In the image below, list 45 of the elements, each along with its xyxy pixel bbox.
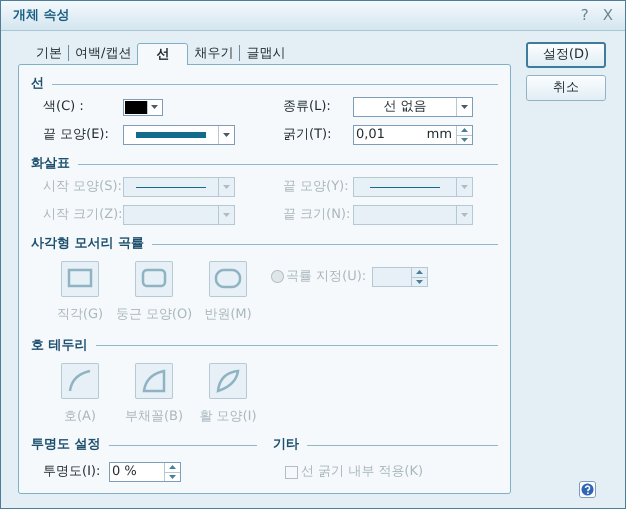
tab[interactable]: 기본 [30, 44, 68, 64]
section-title: 사각형 모서리 곡률 [31, 235, 144, 254]
tab[interactable]: 선 [137, 43, 188, 65]
color-picker[interactable] [123, 98, 163, 116]
section-title: 선 [31, 75, 44, 94]
tab[interactable]: 여백/캡션 [69, 44, 138, 64]
dialog-button[interactable]: 설정(D) [526, 42, 606, 68]
tab[interactable]: 글맵시 [240, 44, 292, 64]
spin-buttons[interactable] [411, 268, 427, 286]
field-label: 끝 모양(E): [43, 126, 110, 144]
field-label: 끝 크기(N): [283, 206, 352, 224]
field-label: 종류(L): [283, 98, 332, 116]
dialog-button[interactable]: 취소 [526, 75, 606, 101]
section-title: 기타 [273, 436, 299, 454]
section-title: 투명도 설정 [31, 436, 101, 454]
window-title: 개체 속성 [13, 6, 71, 25]
field-label: 굵기(T): [283, 126, 332, 144]
tab[interactable]: 채우기 [188, 44, 240, 64]
field-label: 투명도(I): [43, 463, 102, 482]
line-sample [370, 186, 440, 188]
help-icon[interactable] [579, 481, 596, 498]
field-label: 끝 모양(Y): [283, 178, 350, 196]
number-field[interactable]: 0,01 mm [353, 125, 473, 145]
line-style-dropdown[interactable] [123, 125, 235, 145]
shape-label: 반원(M) [204, 306, 252, 324]
field-label: 시작 크기(Z): [43, 206, 123, 224]
spin-buttons[interactable] [164, 463, 180, 481]
dropdown-arrow-icon[interactable] [147, 100, 161, 114]
field-label: 시작 모양(S): [43, 178, 123, 196]
dropdown[interactable]: 선 없음 [353, 97, 473, 117]
radio-label: 곡률 지정(U): [286, 268, 368, 286]
checkbox-label: 선 굵기 내부 적용(K) [301, 463, 424, 482]
shape-label: 호(A) [64, 408, 96, 426]
number-field[interactable] [372, 267, 428, 287]
shape-label: 부채꼴(B) [124, 408, 184, 426]
shape-label: 둥근 모양(O) [116, 306, 192, 324]
line-sample [136, 186, 206, 188]
shape-label: 직각(G) [56, 306, 104, 324]
section-title: 화살표 [31, 155, 70, 174]
shape-label: 활 모양(I) [199, 408, 257, 426]
number-field[interactable]: 0 % [109, 462, 181, 482]
section-title: 호 테두리 [31, 336, 88, 355]
field-label: 색(C) : [43, 98, 85, 116]
spin-buttons[interactable] [456, 126, 472, 144]
line-sample [136, 132, 206, 138]
